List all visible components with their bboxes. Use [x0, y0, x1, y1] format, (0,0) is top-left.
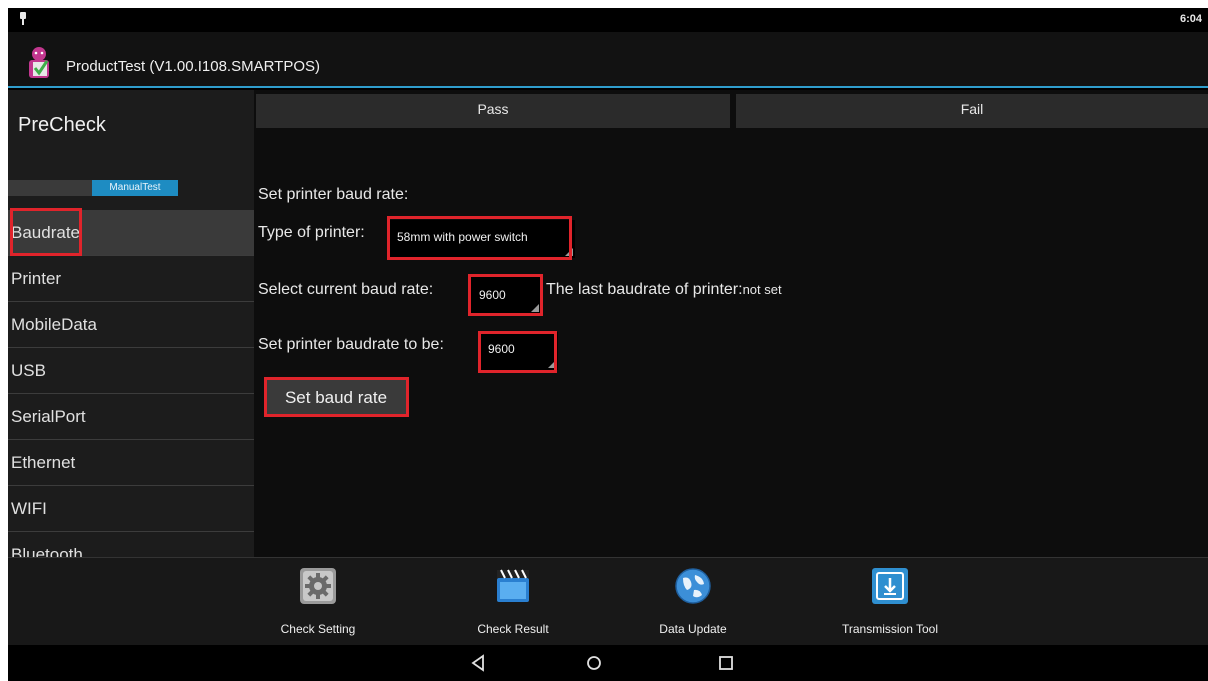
highlight-box [10, 208, 82, 256]
manual-test-button[interactable]: ManualTest [92, 180, 178, 196]
sidebar-item-usb[interactable]: USB [8, 348, 254, 394]
sidebar-item-printer[interactable]: Printer [8, 256, 254, 302]
gear-icon [300, 568, 336, 604]
sidebar-item-label: Ethernet [11, 453, 76, 472]
download-icon [872, 568, 908, 604]
printer-type-label: Type of printer: [258, 224, 365, 241]
toolbar-label: Data Update [659, 622, 727, 636]
target-baud-label: Set printer baudrate to be: [258, 336, 444, 353]
highlight-box [478, 331, 557, 373]
device-screen: 6:04 ProductTest (V1.00.I108.SMARTPOS) P… [8, 8, 1208, 681]
highlight-box [468, 274, 543, 316]
last-baud-info: The last baudrate of printer:not set [546, 281, 782, 299]
back-icon[interactable] [468, 653, 488, 673]
sidebar-item-ethernet[interactable]: Ethernet [8, 440, 254, 486]
action-bar: ProductTest (V1.00.I108.SMARTPOS) [8, 32, 1208, 88]
sidebar-item-label: WIFI [11, 499, 47, 518]
toolbar-label: Check Setting [280, 622, 356, 636]
navigation-bar [8, 645, 1208, 681]
recents-icon[interactable] [716, 653, 736, 673]
fail-button[interactable]: Fail [736, 94, 1208, 128]
notification-icon [20, 12, 26, 25]
toolbar-label: Transmission Tool [841, 622, 939, 636]
pass-button[interactable]: Pass [256, 94, 730, 128]
highlight-box [264, 377, 409, 417]
main-content: Pass Fail Set printer baud rate: Type of… [254, 90, 1208, 557]
last-baud-label: The last baudrate of printer: [546, 281, 743, 298]
check-result-button[interactable]: Check Result [448, 568, 578, 636]
sidebar-item-bluetooth[interactable]: Bluetooth [8, 532, 254, 557]
current-baud-label: Select current baud rate: [258, 281, 434, 298]
bottom-toolbar: Check Setting Check Result Data Update T… [8, 557, 1208, 645]
sidebar-item-wifi[interactable]: WIFI [8, 486, 254, 532]
status-bar: 6:04 [8, 8, 1208, 32]
sidebar-item-mobiledata[interactable]: MobileData [8, 302, 254, 348]
last-baud-value: not set [742, 282, 782, 297]
highlight-box [387, 216, 572, 260]
toolbar-label: Check Result [477, 622, 549, 636]
home-icon[interactable] [584, 653, 604, 673]
section-title: Set printer baud rate: [258, 186, 409, 203]
sidebar: PreCheck ManualTest Baudrate Printer Mob… [8, 90, 254, 557]
sidebar-item-label: SerialPort [11, 407, 86, 426]
clapperboard-icon [497, 569, 529, 602]
sidebar-heading: PreCheck [18, 114, 106, 136]
sidebar-item-label: MobileData [11, 315, 97, 334]
data-update-button[interactable]: Data Update [628, 568, 758, 636]
transmission-tool-button[interactable]: Transmission Tool [825, 568, 955, 636]
sidebar-item-label: USB [11, 361, 46, 380]
app-icon [29, 47, 49, 78]
app-title: ProductTest (V1.00.I108.SMARTPOS) [66, 58, 320, 75]
sidebar-item-label: Bluetooth [11, 545, 83, 557]
globe-icon [675, 568, 711, 604]
clock: 6:04 [1179, 13, 1202, 25]
sidebar-item-label: Printer [11, 269, 62, 288]
check-setting-button[interactable]: Check Setting [253, 568, 383, 636]
sidebar-item-serialport[interactable]: SerialPort [8, 394, 254, 440]
